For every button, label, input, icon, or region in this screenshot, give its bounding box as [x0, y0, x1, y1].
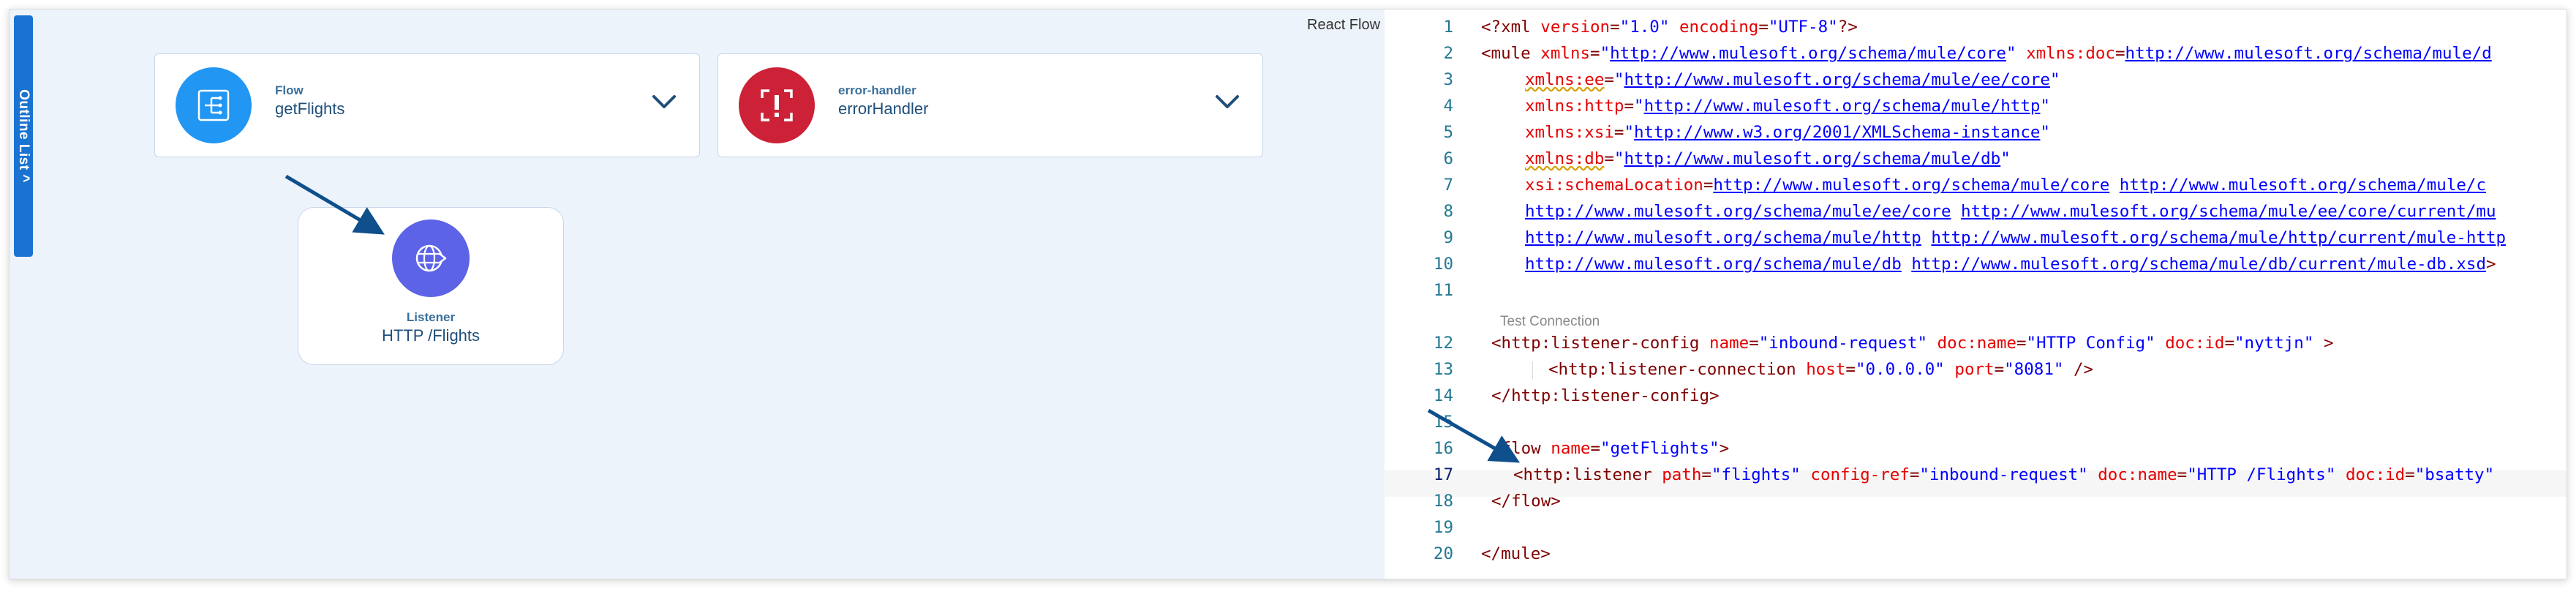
globe-icon: [392, 219, 470, 297]
code-line[interactable]: 8 http://www.mulesoft.org/schema/mule/ee/…: [1385, 198, 2566, 225]
line-number: 19: [1433, 518, 1453, 537]
code-line[interactable]: 15: [1385, 409, 2566, 435]
line-number: 12: [1433, 334, 1453, 353]
code-text: xmlns:http="http://www.mulesoft.org/sche…: [1525, 97, 2050, 116]
node-type-label: Listener: [406, 310, 456, 324]
code-text: </flow>: [1491, 492, 1561, 511]
code-line[interactable]: 5 xmlns:xsi="http://www.w3.org/2001/XMLSc…: [1385, 119, 2566, 146]
line-number: 8: [1443, 202, 1453, 221]
code-line[interactable]: 3 xmlns:ee="http://www.mulesoft.org/schem…: [1385, 67, 2566, 93]
app-window: Outline List ^ Flow getFlights error-han…: [9, 9, 2567, 579]
line-number: 7: [1443, 176, 1453, 195]
outline-list-tab[interactable]: Outline List ^: [14, 15, 33, 257]
line-number: 3: [1443, 70, 1453, 89]
line-number: 1: [1443, 18, 1453, 37]
line-number: 13: [1433, 360, 1453, 379]
code-text: </mule>: [1481, 544, 1551, 563]
code-line[interactable]: 18 </flow>: [1385, 488, 2566, 514]
code-line[interactable]: 9 http://www.mulesoft.org/schema/mule/htt…: [1385, 225, 2566, 251]
line-number: 17: [1433, 465, 1453, 484]
code-line[interactable]: 12 <http:listener-config name="inbound-re…: [1385, 330, 2566, 356]
code-line[interactable]: 4 xmlns:http="http://www.mulesoft.org/sch…: [1385, 93, 2566, 119]
code-line[interactable]: 6 xmlns:db="http://www.mulesoft.org/schem…: [1385, 146, 2566, 172]
code-text: <http:listener-connection host="0.0.0.0"…: [1532, 356, 2093, 383]
node-name-label: HTTP /Flights: [381, 326, 481, 345]
code-line[interactable]: 17 <http:listener path="flights" config-r…: [1385, 462, 2566, 488]
outline-list-label: Outline List ^: [16, 89, 31, 183]
code-text: <http:listener path="flights" config-ref…: [1513, 465, 2495, 484]
code-line[interactable]: 1 <?xml version="1.0" encoding="UTF-8"?>: [1385, 14, 2566, 40]
code-text: <flow name="getFlights">: [1491, 439, 1730, 458]
flow-canvas[interactable]: Outline List ^ Flow getFlights error-han…: [10, 10, 1385, 579]
line-number: 18: [1433, 492, 1453, 511]
line-number: 4: [1443, 97, 1453, 116]
code-text: </http:listener-config>: [1491, 386, 1720, 405]
line-number: 15: [1433, 413, 1453, 432]
error-icon: [739, 67, 815, 143]
line-number: 20: [1433, 544, 1453, 563]
code-line[interactable]: 20 </mule>: [1385, 541, 2566, 567]
code-text: <http:listener-config name="inbound-requ…: [1491, 334, 2334, 353]
code-line[interactable]: 2 <mule xmlns="http://www.mulesoft.org/sc…: [1385, 40, 2566, 67]
test-connection-codelens[interactable]: Test Connection: [1500, 314, 1600, 330]
code-text: http://www.mulesoft.org/schema/mule/db h…: [1525, 255, 2496, 274]
node-name-label: errorHandler: [838, 100, 929, 118]
code-line[interactable]: 7 xsi:schemaLocation=http://www.mulesoft.…: [1385, 172, 2566, 198]
flow-icon: [176, 67, 252, 143]
chevron-down-icon[interactable]: [1213, 91, 1242, 113]
code-editor[interactable]: Test Connection 1 <?xml version="1.0" enc…: [1385, 10, 2566, 579]
code-line[interactable]: 14 </http:listener-config>: [1385, 383, 2566, 409]
line-number: 16: [1433, 439, 1453, 458]
code-text: xmlns:ee="http://www.mulesoft.org/schema…: [1525, 70, 2060, 89]
code-line[interactable]: 10 http://www.mulesoft.org/schema/mule/db…: [1385, 251, 2566, 277]
code-text: <mule xmlns="http://www.mulesoft.org/sch…: [1481, 44, 2492, 63]
code-text: xmlns:xsi="http://www.w3.org/2001/XMLSch…: [1525, 123, 2050, 142]
code-line[interactable]: 16 <flow name="getFlights">: [1385, 435, 2566, 462]
node-type-label: error-handler: [838, 83, 916, 97]
listener-node[interactable]: Listener HTTP /Flights: [298, 207, 564, 365]
line-number: 14: [1433, 386, 1453, 405]
flow-node-getflights[interactable]: Flow getFlights: [154, 53, 700, 157]
error-handler-node[interactable]: error-handler errorHandler: [718, 53, 1263, 157]
code-line[interactable]: 11: [1385, 277, 2566, 304]
code-text: xmlns:db="http://www.mulesoft.org/schema…: [1525, 149, 2011, 168]
code-text: http://www.mulesoft.org/schema/mule/http…: [1525, 228, 2507, 247]
code-text: xsi:schemaLocation=http://www.mulesoft.o…: [1525, 176, 2487, 195]
chevron-down-icon[interactable]: [649, 91, 679, 113]
line-number: 10: [1433, 255, 1453, 274]
line-number: 2: [1443, 44, 1453, 63]
line-number: 11: [1433, 281, 1453, 300]
code-line[interactable]: 19: [1385, 514, 2566, 541]
code-text: <?xml version="1.0" encoding="UTF-8"?>: [1481, 18, 1858, 37]
react-flow-attribution: React Flow: [1307, 17, 1381, 33]
node-type-label: Flow: [275, 83, 304, 97]
code-line[interactable]: 13 <http:listener-connection host="0.0.0.…: [1385, 356, 2566, 383]
line-number: 5: [1443, 123, 1453, 142]
line-number: 9: [1443, 228, 1453, 247]
code-text: http://www.mulesoft.org/schema/mule/ee/c…: [1525, 202, 2496, 221]
node-name-label: getFlights: [275, 100, 345, 118]
line-number: 6: [1443, 149, 1453, 168]
